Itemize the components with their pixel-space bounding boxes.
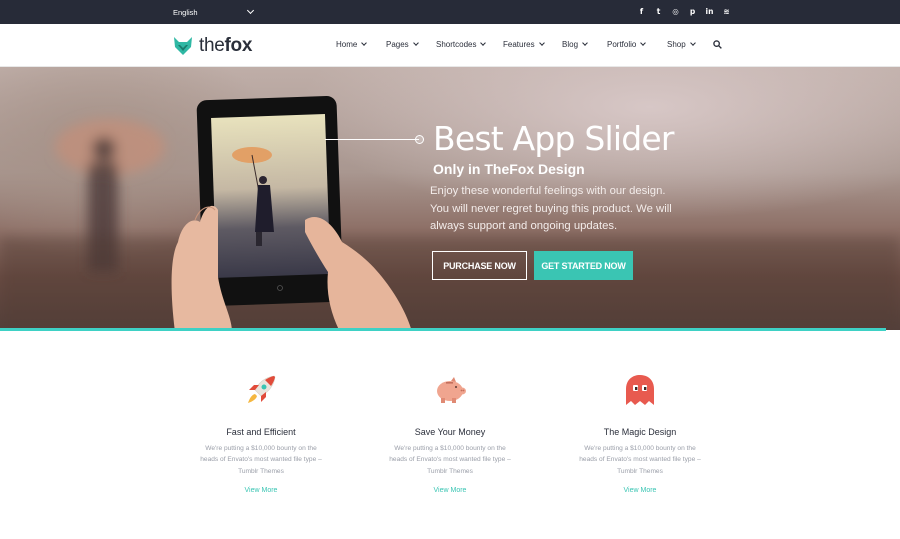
site-header: thefox Home Pages Shortcodes Features Bl… xyxy=(0,24,900,67)
nav-features[interactable]: Features xyxy=(503,40,545,49)
top-bar: English f t ◎ p in ≋ xyxy=(0,0,900,24)
linkedin-icon[interactable]: in xyxy=(704,6,715,17)
chevron-down-icon xyxy=(582,40,588,46)
language-selector[interactable]: English xyxy=(173,0,255,24)
hero-progress-bar xyxy=(0,328,886,331)
callout-dot xyxy=(415,135,424,144)
feature-description: We're putting a $10,000 bounty on the he… xyxy=(579,445,701,475)
logo-text-light: the xyxy=(199,35,225,56)
chevron-down-icon xyxy=(689,40,696,46)
feature-description: We're putting a $10,000 bounty on the he… xyxy=(200,445,322,475)
nav-home-label: Home xyxy=(336,40,358,49)
feature-save-money: Save Your Money We're putting a $10,000 … xyxy=(385,370,515,494)
nav-blog-label: Blog xyxy=(562,40,579,49)
fox-logo-icon xyxy=(174,37,192,55)
nav-shop[interactable]: Shop xyxy=(667,40,696,49)
feature-title: The Magic Design xyxy=(603,427,677,437)
hero-description: Enjoy these wonderful feelings with our … xyxy=(430,185,672,232)
language-label: English xyxy=(173,7,198,17)
hero-subtitle: Only in TheFox Design xyxy=(433,161,585,177)
piggy-bank-icon xyxy=(385,370,515,410)
get-started-button[interactable]: GET STARTED NOW xyxy=(534,251,633,280)
logo-text: thefox xyxy=(199,35,252,57)
logo-text-bold: fox xyxy=(224,35,253,56)
nav-shop-label: Shop xyxy=(667,40,686,49)
ghost-icon xyxy=(575,370,705,410)
chevron-down-icon xyxy=(246,6,255,15)
chevron-down-icon xyxy=(640,40,647,46)
facebook-icon[interactable]: f xyxy=(636,6,647,17)
purchase-now-button[interactable]: PURCHASE NOW xyxy=(432,251,527,280)
tablet-in-hands-image xyxy=(171,95,412,330)
chevron-down-icon xyxy=(538,40,545,46)
view-more-link[interactable]: View More xyxy=(196,487,326,494)
search-icon[interactable] xyxy=(713,40,722,49)
chevron-down-icon xyxy=(480,40,487,46)
view-more-link[interactable]: View More xyxy=(575,487,705,494)
chevron-down-icon xyxy=(361,40,368,46)
nav-portfolio-label: Portfolio xyxy=(607,40,637,49)
nav-shortcodes-label: Shortcodes xyxy=(436,40,477,49)
rss-icon[interactable]: ≋ xyxy=(721,6,732,17)
pinterest-icon[interactable]: p xyxy=(687,6,698,17)
rocket-icon xyxy=(196,370,326,410)
chevron-down-icon xyxy=(412,40,419,46)
feature-fast-efficient: Fast and Efficient We're putting a $10,0… xyxy=(196,370,326,494)
hero-title: Best App Slider xyxy=(433,119,674,158)
nav-features-label: Features xyxy=(503,40,535,49)
twitter-icon[interactable]: t xyxy=(653,6,664,17)
callout-line xyxy=(325,139,419,140)
nav-home[interactable]: Home xyxy=(336,40,368,49)
feature-description: We're putting a $10,000 bounty on the he… xyxy=(389,445,511,475)
nav-pages-label: Pages xyxy=(386,40,409,49)
dribbble-icon[interactable]: ◎ xyxy=(670,6,681,17)
nav-pages[interactable]: Pages xyxy=(386,40,419,49)
nav-blog[interactable]: Blog xyxy=(562,40,588,49)
nav-shortcodes[interactable]: Shortcodes xyxy=(436,40,487,49)
nav-portfolio[interactable]: Portfolio xyxy=(607,40,647,49)
social-links: f t ◎ p in ≋ xyxy=(636,6,732,17)
feature-magic-design: The Magic Design We're putting a $10,000… xyxy=(575,370,705,494)
feature-title: Save Your Money xyxy=(414,427,486,437)
site-logo[interactable]: thefox xyxy=(173,35,252,57)
feature-title: Fast and Efficient xyxy=(226,427,296,437)
view-more-link[interactable]: View More xyxy=(385,487,515,494)
